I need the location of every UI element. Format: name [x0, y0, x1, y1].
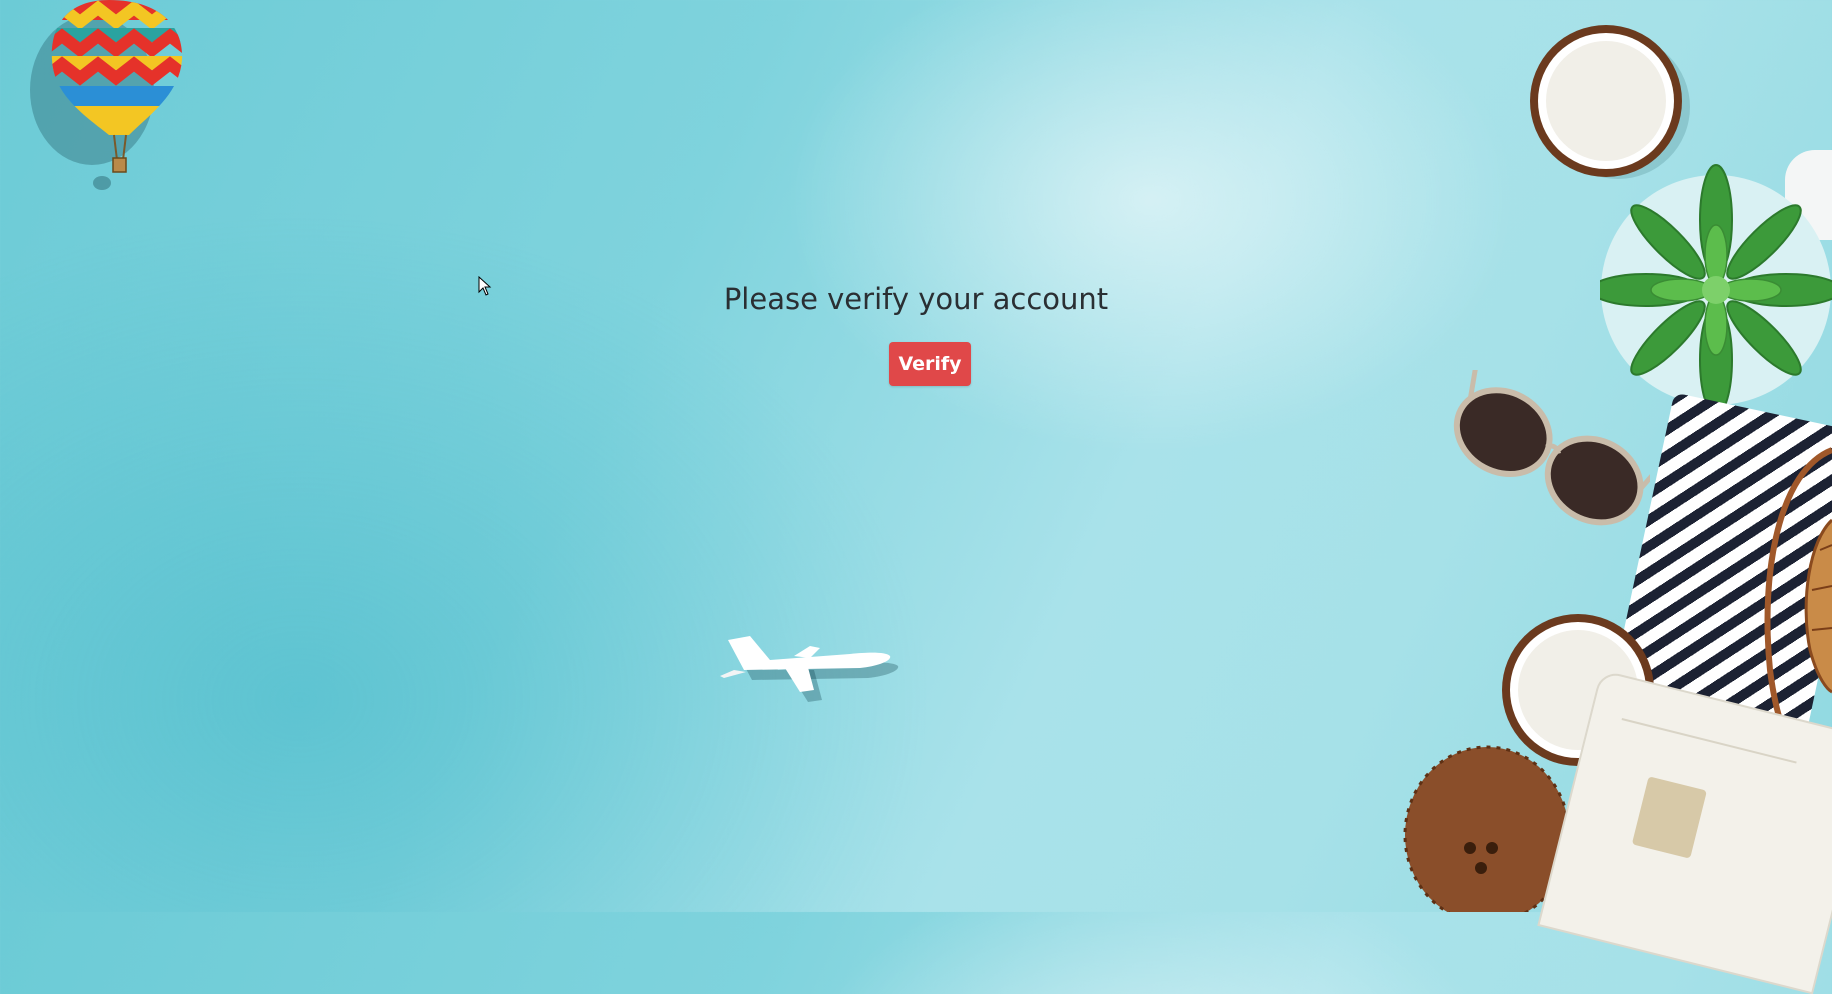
- decor-right: [1390, 0, 1832, 994]
- hot-air-balloon-illustration: [30, 0, 183, 190]
- page-title: Please verify your account: [723, 282, 1109, 316]
- mouse-cursor-icon: [478, 276, 492, 296]
- verify-button[interactable]: Verify: [889, 342, 971, 386]
- sunglasses-illustration: [1453, 370, 1650, 526]
- airplane-illustration: [720, 636, 899, 702]
